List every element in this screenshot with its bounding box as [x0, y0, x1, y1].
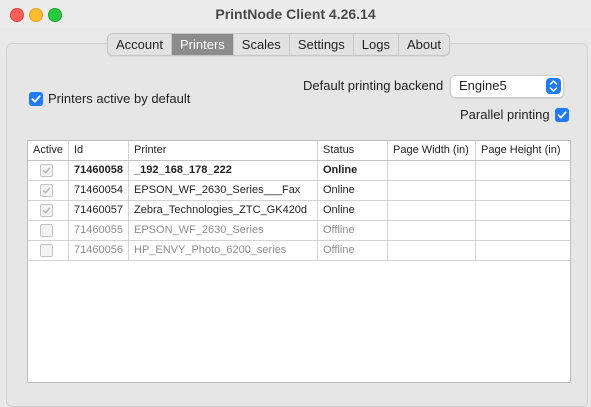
- column-header-active[interactable]: Active: [28, 141, 69, 160]
- window-title: PrintNode Client 4.26.14: [215, 6, 376, 22]
- tab-logs[interactable]: Logs: [354, 34, 399, 55]
- table-row[interactable]: 71460056 HP_ENVY_Photo_6200_series Offli…: [28, 241, 570, 261]
- printers-active-by-default-checkbox[interactable]: [29, 91, 43, 106]
- table-row[interactable]: 71460058 _192_168_178_222 Online: [28, 161, 570, 181]
- active-cell: [28, 161, 69, 180]
- tab-account[interactable]: Account: [108, 34, 172, 55]
- printer-cell: EPSON_WF_2630_Series: [129, 221, 318, 240]
- active-cell: [28, 241, 69, 260]
- row-active-checkbox[interactable]: [40, 203, 53, 217]
- page-height-cell[interactable]: [476, 241, 568, 260]
- column-header-printer[interactable]: Printer: [129, 141, 318, 160]
- printer-cell: EPSON_WF_2630_Series___Fax: [129, 181, 318, 200]
- status-cell: Online: [318, 201, 388, 220]
- status-cell: Offline: [318, 221, 388, 240]
- printer-cell: Zebra_Technologies_ZTC_GK420d: [129, 201, 318, 220]
- table-row[interactable]: 71460057 Zebra_Technologies_ZTC_GK420d O…: [28, 201, 570, 221]
- active-cell: [28, 181, 69, 200]
- title-bar: PrintNode Client 4.26.14: [0, 0, 591, 28]
- parallel-printing-option[interactable]: Parallel printing: [460, 107, 569, 122]
- checkmark-icon: [42, 167, 51, 174]
- page-width-cell[interactable]: [388, 161, 476, 180]
- page-height-cell[interactable]: [476, 161, 568, 180]
- column-header-page-height[interactable]: Page Height (in): [476, 141, 568, 160]
- status-cell: Online: [318, 161, 388, 180]
- tab-printers[interactable]: Printers: [171, 34, 234, 55]
- printer-cell: _192_168_178_222: [129, 161, 318, 180]
- page-width-cell[interactable]: [388, 181, 476, 200]
- tab-bar: Account Printers Scales Settings Logs Ab…: [107, 33, 450, 56]
- default-backend-value: Engine5: [459, 78, 507, 93]
- column-header-id[interactable]: Id: [69, 141, 129, 160]
- table-row[interactable]: 71460055 EPSON_WF_2630_Series Offline: [28, 221, 570, 241]
- row-active-checkbox[interactable]: [40, 243, 53, 257]
- tab-scales[interactable]: Scales: [234, 34, 290, 55]
- printers-table: Active Id Printer Status Page Width (in)…: [27, 140, 571, 383]
- checkmark-icon: [42, 187, 51, 194]
- checkmark-icon: [557, 110, 567, 119]
- row-active-checkbox[interactable]: [40, 163, 53, 177]
- status-cell: Offline: [318, 241, 388, 260]
- column-header-page-width[interactable]: Page Width (in): [388, 141, 476, 160]
- tab-settings[interactable]: Settings: [290, 34, 354, 55]
- page-height-cell[interactable]: [476, 201, 568, 220]
- id-cell: 71460058: [69, 161, 129, 180]
- page-width-cell[interactable]: [388, 221, 476, 240]
- chevron-updown-icon: [546, 78, 561, 94]
- tab-about[interactable]: About: [399, 34, 449, 55]
- id-cell: 71460056: [69, 241, 129, 260]
- checkmark-icon: [42, 207, 51, 214]
- table-header-row: Active Id Printer Status Page Width (in)…: [28, 141, 570, 161]
- page-height-cell[interactable]: [476, 221, 568, 240]
- row-active-checkbox[interactable]: [40, 223, 53, 237]
- table-row[interactable]: 71460054 EPSON_WF_2630_Series___Fax Onli…: [28, 181, 570, 201]
- default-backend-select[interactable]: Engine5: [450, 75, 564, 98]
- default-backend-label: Default printing backend: [303, 78, 444, 93]
- page-width-cell[interactable]: [388, 241, 476, 260]
- active-cell: [28, 221, 69, 240]
- parallel-printing-label: Parallel printing: [460, 107, 550, 122]
- printers-active-by-default-label: Printers active by default: [48, 91, 191, 106]
- id-cell: 71460055: [69, 221, 129, 240]
- column-header-status[interactable]: Status: [318, 141, 388, 160]
- parallel-printing-checkbox[interactable]: [554, 107, 569, 122]
- status-cell: Online: [318, 181, 388, 200]
- printer-cell: HP_ENVY_Photo_6200_series: [129, 241, 318, 260]
- active-cell: [28, 201, 69, 220]
- id-cell: 71460057: [69, 201, 129, 220]
- id-cell: 71460054: [69, 181, 129, 200]
- checkmark-icon: [31, 94, 41, 103]
- page-height-cell[interactable]: [476, 181, 568, 200]
- page-width-cell[interactable]: [388, 201, 476, 220]
- printers-active-by-default-option[interactable]: Printers active by default: [29, 91, 190, 106]
- row-active-checkbox[interactable]: [40, 183, 53, 197]
